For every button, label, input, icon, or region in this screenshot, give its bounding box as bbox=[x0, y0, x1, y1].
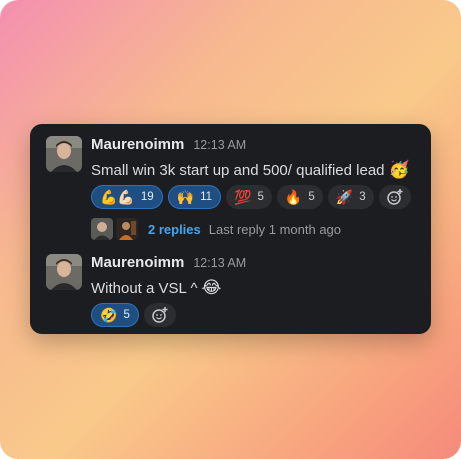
reaction-count: 3 bbox=[359, 191, 366, 203]
message-body: Maurenoimm 12:13 AM Small win 3k start u… bbox=[91, 136, 421, 240]
message-text: Small win 3k start up and 500/ qualified… bbox=[91, 158, 421, 182]
avatar[interactable] bbox=[46, 254, 82, 290]
rofl-emoji: 🤣 bbox=[100, 306, 118, 323]
reaction-hundred[interactable]: 💯 5 bbox=[226, 185, 272, 209]
reaction-count: 5 bbox=[257, 191, 264, 203]
party-face-emoji: 🥳 bbox=[388, 160, 410, 179]
reaction-muscle[interactable]: 💪💪🏻 19 bbox=[91, 185, 163, 209]
username[interactable]: Maurenoimm bbox=[91, 136, 184, 153]
reaction-raised-hands[interactable]: 🙌 11 bbox=[167, 185, 222, 209]
raised-hands-emoji: 🙌 bbox=[176, 188, 195, 205]
message-text-content: Without a VSL ^ bbox=[91, 279, 198, 297]
rocket-emoji: 🚀 bbox=[335, 188, 354, 205]
reply-avatar bbox=[91, 218, 113, 240]
username[interactable]: Maurenoimm bbox=[91, 254, 184, 271]
fire-emoji: 🔥 bbox=[284, 188, 303, 205]
reaction-count: 19 bbox=[140, 191, 154, 203]
reactions-bar: 💪💪🏻 19 🙌 11 💯 5 🔥 5 🚀 3 bbox=[91, 185, 421, 209]
hundred-emoji: 💯 bbox=[234, 188, 252, 205]
reaction-rocket[interactable]: 🚀 3 bbox=[327, 185, 374, 209]
message-text-content: Small win 3k start up and 500/ qualified… bbox=[91, 161, 385, 179]
add-reaction-icon bbox=[152, 307, 168, 323]
laughing-emoji: 😂 bbox=[201, 278, 222, 297]
add-reaction-button[interactable] bbox=[378, 185, 411, 209]
replies-link[interactable]: 2 replies bbox=[148, 222, 201, 237]
reactions-bar: 🤣 5 bbox=[91, 303, 421, 327]
muscle-emoji: 💪💪🏻 bbox=[100, 188, 135, 205]
avatar[interactable] bbox=[46, 136, 82, 172]
reaction-fire[interactable]: 🔥 5 bbox=[276, 185, 323, 209]
add-reaction-button[interactable] bbox=[143, 303, 176, 327]
message-body: Maurenoimm 12:13 AM Without a VSL ^ 😂 🤣 … bbox=[91, 254, 421, 327]
reply-avatar bbox=[116, 218, 138, 240]
thread-summary[interactable]: 2 replies Last reply 1 month ago bbox=[91, 218, 421, 240]
timestamp[interactable]: 12:13 AM bbox=[193, 138, 246, 152]
reaction-count: 5 bbox=[123, 309, 130, 321]
last-reply-text: Last reply 1 month ago bbox=[208, 221, 342, 237]
reaction-count: 11 bbox=[200, 191, 213, 203]
reaction-count: 5 bbox=[308, 191, 315, 203]
message-text: Without a VSL ^ 😂 bbox=[91, 276, 421, 300]
message-card: Maurenoimm 12:13 AM Small win 3k start u… bbox=[30, 124, 431, 334]
add-reaction-icon bbox=[386, 189, 403, 205]
reaction-rofl[interactable]: 🤣 5 bbox=[91, 303, 139, 327]
timestamp[interactable]: 12:13 AM bbox=[193, 256, 246, 270]
